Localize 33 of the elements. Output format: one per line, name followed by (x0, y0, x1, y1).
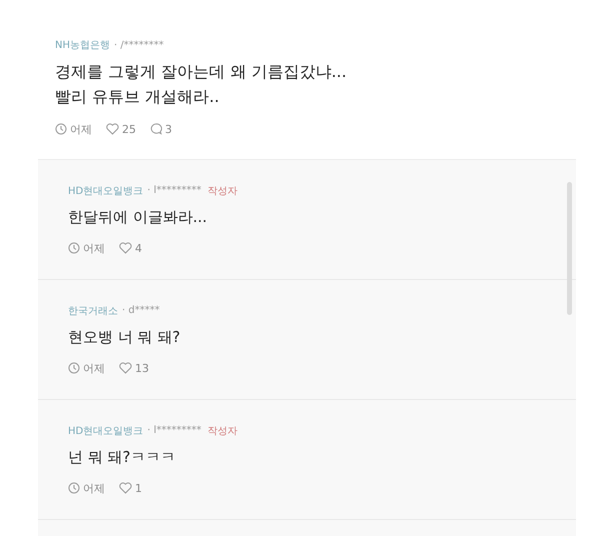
heart-icon[interactable] (119, 482, 132, 494)
author-name[interactable]: 한국거래소 (68, 304, 118, 318)
reply-count: 3 (165, 122, 172, 136)
user-handle: · l********* (147, 425, 202, 436)
user-handle: · d***** (122, 305, 160, 316)
heart-icon[interactable] (106, 123, 119, 136)
clock-icon (68, 482, 80, 494)
time-label: 어제 (83, 360, 105, 376)
clock-icon (68, 242, 80, 254)
author-name[interactable]: HD현대오일뱅크 (68, 424, 144, 438)
heart-icon[interactable] (119, 242, 132, 254)
comment-text: 한달뒤에 이글봐라... (68, 206, 208, 228)
like-count: 25 (122, 122, 136, 136)
comment-icon[interactable] (150, 123, 162, 136)
author-label: 작성자 (207, 184, 238, 198)
clock-icon (68, 362, 80, 374)
user-handle: · l********* (147, 185, 202, 196)
time-label: 어제 (83, 240, 105, 256)
like-count: 4 (135, 242, 142, 255)
heart-icon[interactable] (119, 362, 132, 374)
comment-text: 넌 뭐 돼?ㅋㅋㅋ (68, 446, 176, 468)
author-label: 작성자 (207, 424, 238, 438)
scrollbar[interactable] (567, 182, 572, 315)
author-name[interactable]: HD현대오일뱅크 (68, 184, 144, 198)
time-label: 어제 (70, 122, 92, 137)
time-label: 어제 (83, 480, 105, 496)
clock-icon (55, 123, 67, 136)
like-count: 1 (135, 482, 142, 495)
author-name[interactable]: NH농협은행 (55, 38, 110, 52)
like-count: 13 (135, 362, 149, 375)
user-handle: · /******** (114, 40, 164, 50)
comment-text: 현오뱅 너 뭐 돼? (68, 326, 182, 348)
comment-text: 경제를 그렇게 잘아는데 왜 기름집갔냐... 빨리 유튜브 개설해라.. (55, 61, 348, 108)
